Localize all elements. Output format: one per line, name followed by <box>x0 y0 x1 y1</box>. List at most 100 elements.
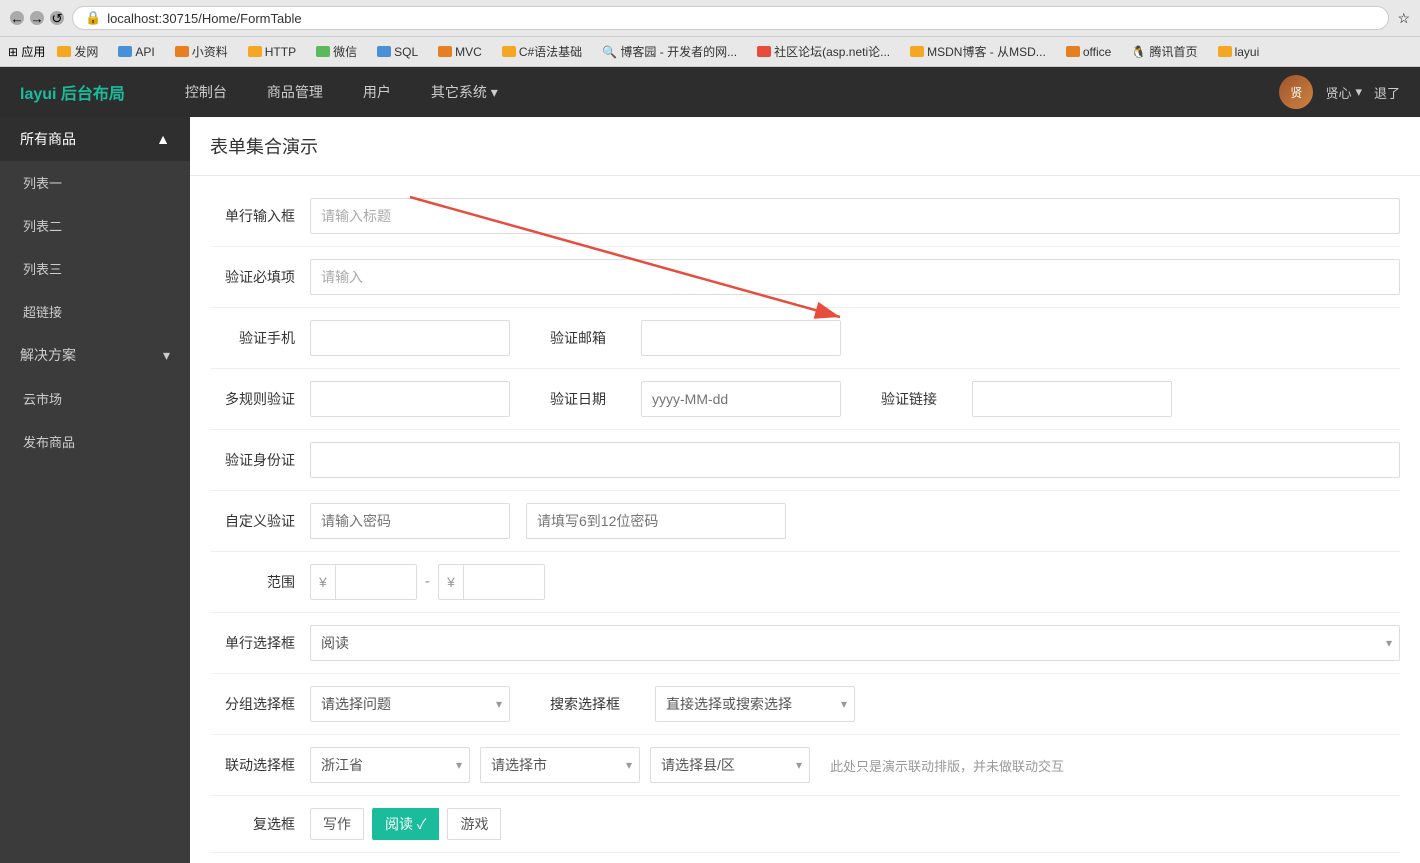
field-select: 阅读 写作 游戏 ▾ <box>310 625 1400 661</box>
sidebar-item-list2[interactable]: 列表二 <box>0 204 190 247</box>
form-row-id: 验证身份证 <box>210 430 1400 491</box>
bookmark-tencent[interactable]: 🐧 腾讯首页 <box>1123 41 1205 62</box>
phone-input[interactable] <box>310 320 510 356</box>
form-container: 单行输入框 验证必填项 <box>190 176 1420 863</box>
label-email: 验证邮箱 <box>530 328 621 348</box>
bookmark-api[interactable]: API <box>110 43 162 61</box>
sidebar-item-publish[interactable]: 发布商品 <box>0 420 190 463</box>
nav-items: 控制台 商品管理 用户 其它系统 ▾ <box>165 67 1280 117</box>
bookmark-office[interactable]: office <box>1058 43 1119 61</box>
checkbox-read: 阅读 ✓ <box>372 808 439 840</box>
form-row-required: 验证必填项 <box>210 247 1400 308</box>
bookmark-csharp[interactable]: C#语法基础 <box>494 41 590 62</box>
label-search-select: 搜索选择框 <box>530 694 635 714</box>
checkbox-game-btn[interactable]: 游戏 <box>447 808 501 840</box>
user-dropdown-icon: ▾ <box>1355 84 1362 100</box>
address-bar[interactable]: 🔒 localhost:30715/Home/FormTable <box>72 6 1389 30</box>
email-input[interactable] <box>641 320 841 356</box>
form-row-linked-select: 联动选择框 浙江省 ▾ 请选择市 <box>210 735 1400 796</box>
label-linked-select: 联动选择框 <box>210 755 310 775</box>
bookmark-aspnet[interactable]: 社区论坛(asp.neti论... <box>749 41 898 62</box>
form-row-group-select: 分组选择框 请选择问题 ▾ 搜索选择框 直接选择或 <box>210 674 1400 735</box>
date-input[interactable] <box>641 381 841 417</box>
range-separator: - <box>417 573 438 591</box>
content-wrapper: 表单集合演示 单行输入框 验证必填项 <box>190 117 1420 863</box>
field-text-input <box>310 198 1400 234</box>
search-select-wrapper: 直接选择或搜索选择 ▾ <box>655 686 855 722</box>
sidebar-item-cloud[interactable]: 云市场 <box>0 377 190 420</box>
nav-dashboard[interactable]: 控制台 <box>165 67 247 117</box>
sidebar-item-list1[interactable]: 列表一 <box>0 161 190 204</box>
logout-button[interactable]: 退了 <box>1374 83 1400 102</box>
main-content: 所有商品 ▲ 列表一 列表二 列表三 超链接 解决方案 ▾ 云市场 发布商品 表… <box>0 117 1420 863</box>
forward-button[interactable]: → <box>30 11 44 25</box>
search-select[interactable]: 直接选择或搜索选择 <box>655 686 855 722</box>
single-select[interactable]: 阅读 写作 游戏 <box>310 625 1400 661</box>
refresh-button[interactable]: ↺ <box>50 11 64 25</box>
nav-other[interactable]: 其它系统 ▾ <box>411 67 518 117</box>
sidebar: 所有商品 ▲ 列表一 列表二 列表三 超链接 解决方案 ▾ 云市场 发布商品 <box>0 117 190 863</box>
sidebar-item-link[interactable]: 超链接 <box>0 290 190 333</box>
text-input[interactable] <box>310 198 1400 234</box>
password-hint-input[interactable] <box>526 503 786 539</box>
checkbox-write-btn[interactable]: 写作 <box>310 808 364 840</box>
label-custom: 自定义验证 <box>210 511 310 531</box>
field-required <box>310 259 1400 295</box>
app: layui 后台布局 控制台 商品管理 用户 其它系统 ▾ 贤 贤心 ▾ 退了 … <box>0 67 1420 863</box>
logo: layui 后台布局 <box>20 80 125 104</box>
label-id: 验证身份证 <box>210 450 310 470</box>
browser-bar: ← → ↺ 🔒 localhost:30715/Home/FormTable ☆ <box>0 0 1420 37</box>
checkbox-game: 游戏 <box>447 808 501 840</box>
bookmark-small-data[interactable]: 小资料 <box>167 41 236 62</box>
bookmark-wechat[interactable]: 微信 <box>308 41 365 62</box>
form-row-text: 单行输入框 <box>210 186 1400 247</box>
required-input[interactable] <box>310 259 1400 295</box>
bookmarks-bar: ⊞ 应用 发网 API 小资料 HTTP 微信 SQL MVC C#语法基础 🔍… <box>0 37 1420 67</box>
bookmark-http[interactable]: HTTP <box>240 43 304 61</box>
range-max-input[interactable] <box>464 574 544 590</box>
nav-products[interactable]: 商品管理 <box>247 67 343 117</box>
sidebar-all-products[interactable]: 所有商品 ▲ <box>0 117 190 161</box>
range-min: ¥ <box>310 564 417 600</box>
bookmark-msdn[interactable]: MSDN博客 - 从MSD... <box>902 41 1054 62</box>
label-group-select: 分组选择框 <box>210 694 310 714</box>
link-input[interactable] <box>972 381 1172 417</box>
bookmark-mvc[interactable]: MVC <box>430 43 490 61</box>
sidebar-item-list3[interactable]: 列表三 <box>0 247 190 290</box>
avatar: 贤 <box>1279 75 1313 109</box>
range-min-input[interactable] <box>336 574 416 590</box>
city-select[interactable]: 请选择市 <box>480 747 640 783</box>
sidebar-section-solution[interactable]: 解决方案 ▾ <box>0 333 190 377</box>
form-row-checkbox: 复选框 写作 阅读 ✓ 游戏 <box>210 796 1400 853</box>
bookmark-sql[interactable]: SQL <box>369 43 426 61</box>
label-multi-rule: 多规则验证 <box>210 389 310 409</box>
address-text: localhost:30715/Home/FormTable <box>107 11 301 26</box>
id-input[interactable] <box>310 442 1400 478</box>
multi-rule-input[interactable] <box>310 381 510 417</box>
checkbox-write: 写作 <box>310 808 364 840</box>
label-required: 验证必填项 <box>210 267 310 287</box>
star-icon[interactable]: ☆ <box>1397 10 1410 27</box>
label-range: 范围 <box>210 572 310 592</box>
password-input[interactable] <box>310 503 510 539</box>
bookmark-layui[interactable]: layui <box>1210 43 1268 61</box>
range-max: ¥ <box>438 564 545 600</box>
bookmark-cnblogs[interactable]: 🔍 博客园 - 开发者的网... <box>594 41 745 62</box>
top-nav: layui 后台布局 控制台 商品管理 用户 其它系统 ▾ 贤 贤心 ▾ 退了 <box>0 67 1420 117</box>
checkbox-group: 写作 阅读 ✓ 游戏 <box>310 808 501 840</box>
currency-symbol-1: ¥ <box>311 565 336 599</box>
page-title: 表单集合演示 <box>190 117 1420 176</box>
group-select-wrapper: 请选择问题 ▾ <box>310 686 510 722</box>
label-text-input: 单行输入框 <box>210 206 310 226</box>
nav-right: 贤 贤心 ▾ 退了 <box>1279 75 1400 109</box>
bookmark-fanet[interactable]: 发网 <box>49 41 106 62</box>
label-date: 验证日期 <box>530 389 621 409</box>
back-button[interactable]: ← <box>10 11 24 25</box>
nav-users[interactable]: 用户 <box>343 67 411 117</box>
group-select[interactable]: 请选择问题 <box>310 686 510 722</box>
lock-icon: 🔒 <box>85 10 101 26</box>
apps-icon[interactable]: ⊞ 应用 <box>8 43 45 60</box>
district-select[interactable]: 请选择县/区 <box>650 747 810 783</box>
checkbox-read-btn[interactable]: 阅读 ✓ <box>372 808 439 840</box>
province-select[interactable]: 浙江省 <box>310 747 470 783</box>
